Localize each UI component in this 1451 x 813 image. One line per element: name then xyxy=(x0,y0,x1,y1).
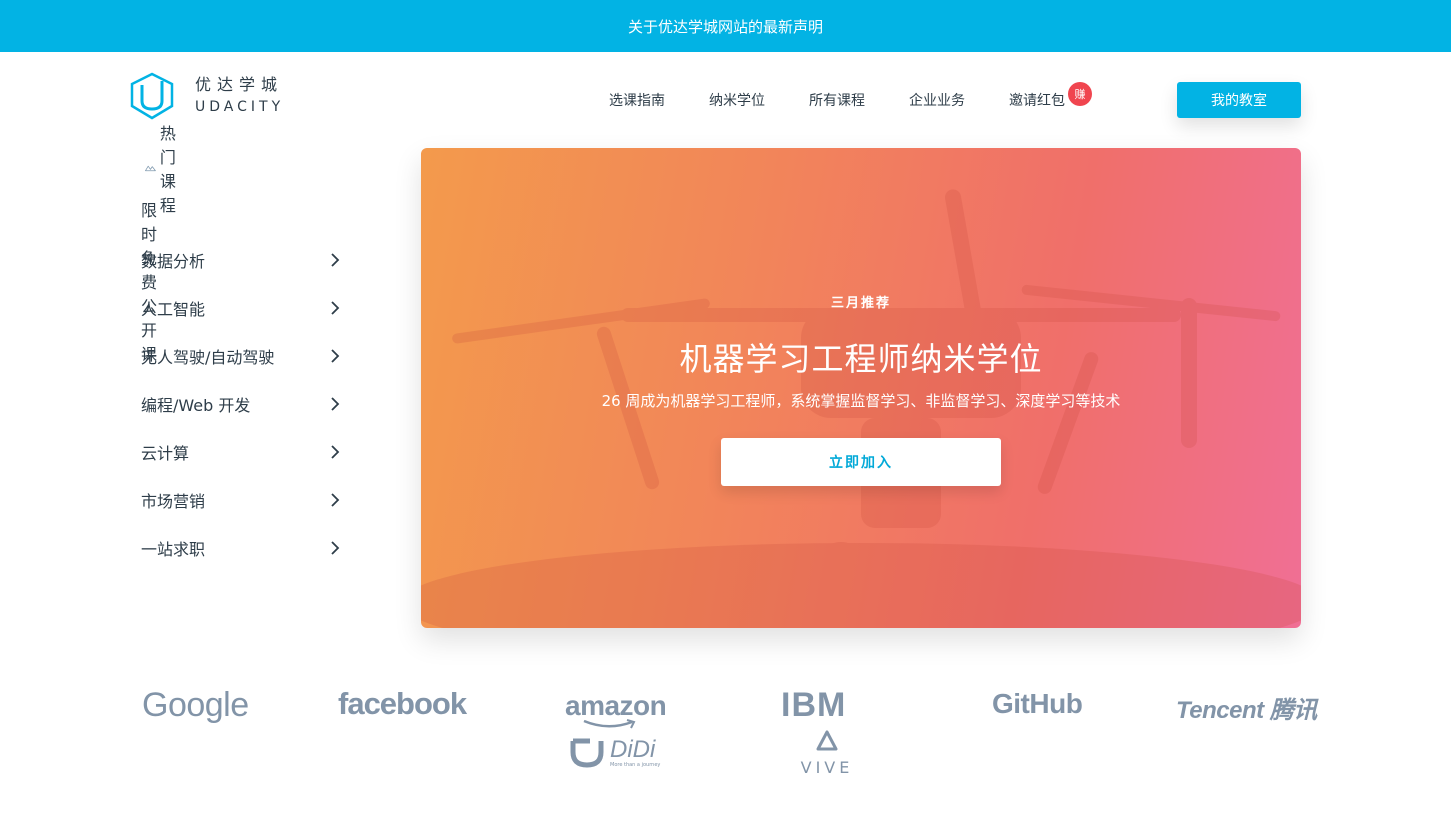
hero-banner: 三月推荐 机器学习工程师纳米学位 26 周成为机器学习工程师，系统掌握监督学习、… xyxy=(421,148,1301,628)
hot-courses-label: 热门课程 xyxy=(159,124,176,215)
site-header: 优达学城 UDACITY 选课指南 纳米学位 所有课程 企业业务 邀请红包 赚 … xyxy=(0,52,1451,148)
logo-cn: 优达学城 xyxy=(195,75,284,94)
sidebar-item-label: 市场营销 xyxy=(141,492,206,511)
sidebar-item-label: 数据分析 xyxy=(141,252,206,271)
google-logo: Google xyxy=(142,686,249,724)
nav-course-guide[interactable]: 选课指南 xyxy=(609,90,665,110)
sidebar-item-self-driving[interactable]: 无人驾驶/自动驾驶 xyxy=(141,344,341,368)
sidebar-item-programming[interactable]: 编程/Web 开发 xyxy=(141,392,341,416)
chevron-right-icon xyxy=(331,397,340,411)
nav-all-courses[interactable]: 所有课程 xyxy=(809,90,865,110)
vive-wordmark: VIVE xyxy=(800,758,854,777)
announcement-bar[interactable]: 关于优达学城网站的最新声明 xyxy=(0,0,1451,52)
chevron-right-icon xyxy=(331,493,340,507)
free-courses-link[interactable]: 限时免费公开课 xyxy=(141,197,157,365)
udacity-logo-icon xyxy=(130,72,174,120)
chevron-right-icon xyxy=(331,253,340,267)
sidebar-item-ai[interactable]: 人工智能 xyxy=(141,296,341,320)
logo-en: UDACITY xyxy=(195,99,285,115)
sidebar-item-data-analysis[interactable]: 数据分析 xyxy=(141,248,341,272)
amazon-smile-icon xyxy=(583,719,636,729)
mountain-icon xyxy=(145,165,156,172)
vive-logo: VIVE xyxy=(799,730,855,777)
vive-mark-icon xyxy=(816,730,838,751)
chevron-right-icon xyxy=(331,445,340,459)
hot-courses-heading: 热门课程 xyxy=(145,124,189,215)
didi-wordmark: DiDi xyxy=(610,736,656,763)
hero-tag: 三月推荐 xyxy=(830,296,891,311)
sidebar-item-label: 无人驾驶/自动驾驶 xyxy=(141,348,275,367)
join-now-button[interactable]: 立即加入 xyxy=(721,438,1001,486)
hero-subtitle: 26 周成为机器学习工程师，系统掌握监督学习、非监督学习、深度学习等技术 xyxy=(601,392,1121,410)
chevron-right-icon xyxy=(331,349,340,363)
drone-illustration xyxy=(421,189,1301,628)
didi-mark-icon xyxy=(570,738,604,768)
facebook-logo: facebook xyxy=(338,686,467,721)
sidebar-item-career[interactable]: 一站求职 xyxy=(141,536,341,560)
github-logo: GitHub xyxy=(992,688,1083,719)
sidebar-item-label: 一站求职 xyxy=(141,540,206,559)
my-classroom-button[interactable]: 我的教室 xyxy=(1177,82,1301,118)
nav-invite-redpacket[interactable]: 邀请红包 xyxy=(1009,90,1065,110)
didi-logo: DiDi More than a journey xyxy=(570,736,660,772)
udacity-logo[interactable]: 优达学城 UDACITY xyxy=(127,70,307,122)
nav-enterprise[interactable]: 企业业务 xyxy=(909,90,965,110)
sidebar-item-label: 人工智能 xyxy=(141,300,206,319)
nav-nanodegree[interactable]: 纳米学位 xyxy=(709,90,765,110)
hero-title: 机器学习工程师纳米学位 xyxy=(679,340,1043,378)
didi-tagline: More than a journey xyxy=(610,762,661,768)
logo-text: 优达学城 UDACITY xyxy=(195,74,284,118)
chevron-right-icon xyxy=(331,541,340,555)
sidebar-item-label: 编程/Web 开发 xyxy=(141,396,251,415)
announcement-text[interactable]: 关于优达学城网站的最新声明 xyxy=(628,16,823,37)
ibm-logo: IBM xyxy=(781,686,847,724)
sidebar-item-label: 云计算 xyxy=(141,444,190,463)
tencent-logo: Tencent 腾讯 xyxy=(1176,697,1317,724)
sidebar-item-marketing[interactable]: 市场营销 xyxy=(141,488,341,512)
sidebar-item-cloud[interactable]: 云计算 xyxy=(141,440,341,464)
earn-badge: 赚 xyxy=(1068,82,1092,106)
chevron-right-icon xyxy=(331,301,340,315)
